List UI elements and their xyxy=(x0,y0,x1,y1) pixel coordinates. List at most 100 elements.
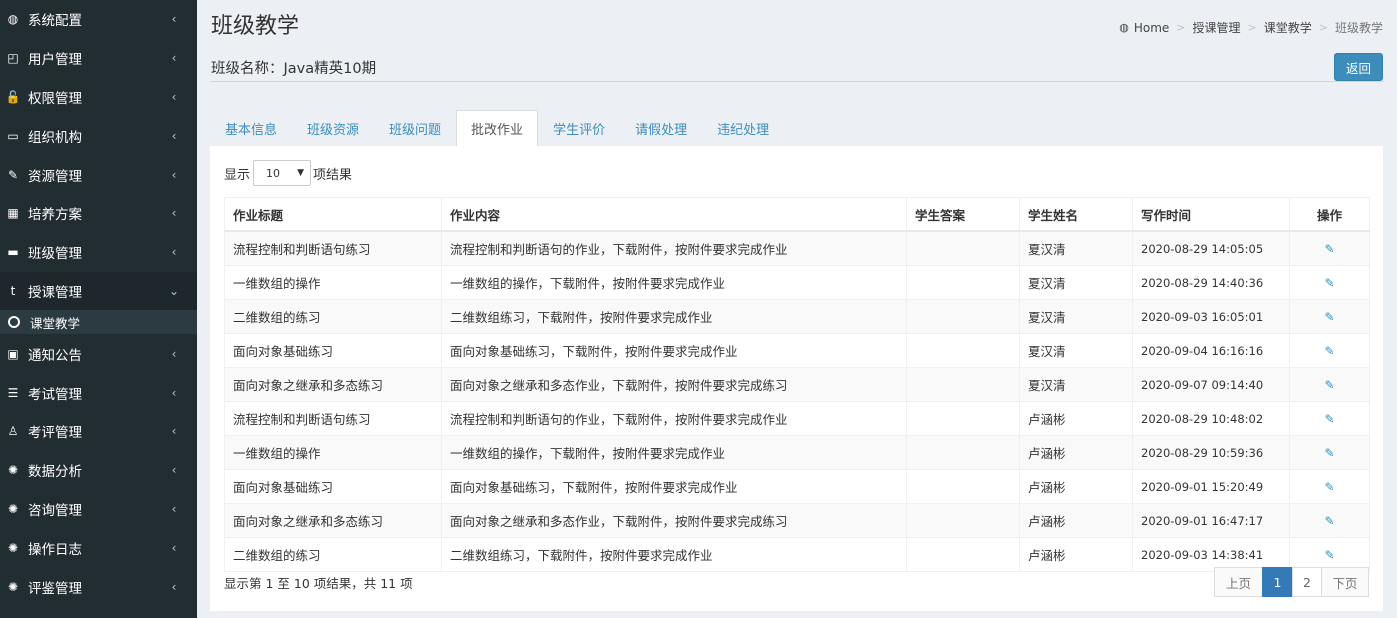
tab-0[interactable]: 基本信息 xyxy=(210,110,292,146)
breadcrumb-separator: > xyxy=(1247,21,1257,34)
table-cell: 夏汉清 xyxy=(1019,333,1133,368)
edit-icon[interactable]: ✎ xyxy=(1324,344,1334,358)
class-name-label: 班级名称： xyxy=(211,61,284,77)
sidebar-item-15[interactable]: ✺‹ xyxy=(0,606,197,618)
edit-icon[interactable]: ✎ xyxy=(1324,514,1334,528)
chevron-left-icon: ‹ xyxy=(171,128,177,143)
table-row: 一维数组的操作 一维数组的操作，下载附件，按附件要求完成作业 夏汉清 2020-08-… xyxy=(224,265,1370,300)
sidebar-subitem-label: 课堂教学 xyxy=(30,315,81,331)
sidebar-item-9[interactable]: ☰ 考试管理 ‹ xyxy=(0,373,197,412)
edit-icon[interactable]: ✎ xyxy=(1324,378,1334,392)
users-icon: ◰ xyxy=(7,51,19,66)
edit-icon[interactable]: ✎ xyxy=(1324,548,1334,562)
page-button-2[interactable]: 2 xyxy=(1292,567,1322,597)
tab-6[interactable]: 违纪处理 xyxy=(702,110,784,146)
table-row: 面向对象之继承和多态练习 面向对象之继承和多态作业，下载附件，按附件要求完成练习 夏… xyxy=(224,367,1370,402)
table-cell: 面向对象基础练习，下载附件，按附件要求完成作业 xyxy=(441,469,907,504)
tab-bar: 基本信息 班级资源 班级问题 批改作业 学生评价 请假处理 违纪处理 xyxy=(210,110,784,147)
column-header[interactable]: 写作时间 xyxy=(1132,197,1290,232)
sidebar-item-11[interactable]: ✺ 数据分析 ‹ xyxy=(0,451,197,490)
chevron-left-icon: ‹ xyxy=(171,167,177,182)
table-row: 面向对象之继承和多态练习 面向对象之继承和多态作业，下载附件，按附件要求完成练习 卢… xyxy=(224,503,1370,538)
prev-page-button[interactable]: 上页 xyxy=(1214,567,1263,597)
caret-down-icon: ▼ xyxy=(297,168,305,178)
table-cell: 卢涵彬 xyxy=(1019,469,1133,504)
laptop-icon: ▭ xyxy=(7,128,19,143)
breadcrumb-classroom[interactable]: 课堂教学 xyxy=(1264,19,1312,36)
sidebar-item-label: 系统配置 xyxy=(28,13,82,30)
tumblr-icon: t xyxy=(10,283,16,298)
chevron-left-icon: ‹ xyxy=(171,89,177,104)
tab-1[interactable]: 班级资源 xyxy=(292,110,374,146)
sidebar-item-1[interactable]: ◰ 用户管理 ‹ xyxy=(0,39,197,78)
edit-icon[interactable]: ✎ xyxy=(1324,412,1334,426)
page-button-1[interactable]: 1 xyxy=(1262,567,1293,597)
chevron-left-icon: ‹ xyxy=(171,385,177,400)
support-icon: ✺ xyxy=(7,540,19,555)
breadcrumb-home[interactable]: Home xyxy=(1134,21,1169,35)
sidebar-subitem-classroom[interactable]: 课堂教学 xyxy=(0,310,197,335)
sidebar-item-label: 考评管理 xyxy=(28,425,82,442)
sidebar: ◍ 系统配置 ‹ ◰ 用户管理 ‹ 🔓 权限管理 ‹ ▭ 组织机构 ‹ ✎ 资源管理 ‹ ▦ 培养方案 ‹ ▬ 班级管… xyxy=(0,0,197,618)
back-button[interactable]: 返回 xyxy=(1334,53,1383,81)
sidebar-item-6[interactable]: ▬ 班级管理 ‹ xyxy=(0,233,197,272)
column-header[interactable]: 学生答案 xyxy=(906,197,1020,232)
table-cell: 夏汉清 xyxy=(1019,230,1133,266)
column-header[interactable]: 学生姓名 xyxy=(1019,197,1133,232)
tab-4[interactable]: 学生评价 xyxy=(538,110,620,146)
chevron-left-icon: ‹ xyxy=(171,245,177,260)
edit-icon[interactable]: ✎ xyxy=(1324,446,1334,460)
table-cell: 二维数组的练习 xyxy=(224,299,442,334)
sidebar-item-7[interactable]: t 授课管理 ⌄ xyxy=(0,271,197,311)
sidebar-item-2[interactable]: 🔓 权限管理 ‹ xyxy=(0,78,197,117)
table-cell: 卢涵彬 xyxy=(1019,401,1133,436)
page-length-select[interactable]: 10 ▼ xyxy=(253,160,312,186)
table-cell: 二维数组练习，下载附件，按附件要求完成作业 xyxy=(441,537,907,572)
table-cell: ✎ xyxy=(1289,299,1370,334)
table-cell: 夏汉清 xyxy=(1019,265,1133,300)
chevron-left-icon: ‹ xyxy=(171,12,177,27)
table-cell: 面向对象之继承和多态练习 xyxy=(224,367,442,402)
table-row: 面向对象基础练习 面向对象基础练习，下载附件，按附件要求完成作业 夏汉清 2020-0… xyxy=(224,333,1370,368)
column-header[interactable]: 作业内容 xyxy=(441,197,907,232)
table-cell: 面向对象基础练习，下载附件，按附件要求完成作业 xyxy=(441,333,907,368)
sidebar-item-5[interactable]: ▦ 培养方案 ‹ xyxy=(0,194,197,233)
breadcrumb-teaching[interactable]: 授课管理 xyxy=(1193,19,1241,36)
column-header[interactable]: 作业标题 xyxy=(224,197,442,232)
edit-icon[interactable]: ✎ xyxy=(1324,310,1334,324)
edit-icon: ✎ xyxy=(7,167,19,182)
sidebar-item-12[interactable]: ✺ 咨询管理 ‹ xyxy=(0,490,197,529)
sidebar-item-label: 授课管理 xyxy=(28,284,82,301)
tab-3[interactable]: 批改作业 xyxy=(456,110,539,147)
sidebar-item-13[interactable]: ✺ 操作日志 ‹ xyxy=(0,528,197,567)
edit-icon[interactable]: ✎ xyxy=(1324,242,1334,256)
sidebar-item-14[interactable]: ✺ 评鉴管理 ‹ xyxy=(0,567,197,606)
page-length-value: 10 xyxy=(266,166,281,180)
sidebar-item-0[interactable]: ◍ 系统配置 ‹ xyxy=(0,0,197,39)
table-cell: ✎ xyxy=(1289,435,1370,470)
table-header-row: 作业标题 作业内容 学生答案 学生姓名 写作时间 操作 xyxy=(224,197,1370,232)
class-name-line: 班级名称：Java精英10期 xyxy=(211,57,376,78)
table-cell: 2020-08-29 14:05:05 xyxy=(1132,230,1290,266)
breadcrumb-current: 班级教学 xyxy=(1334,21,1383,35)
sidebar-item-4[interactable]: ✎ 资源管理 ‹ xyxy=(0,155,197,194)
support-icon: ✺ xyxy=(7,501,19,516)
edit-icon[interactable]: ✎ xyxy=(1324,276,1334,290)
sidebar-item-8[interactable]: ▣ 通知公告 ‹ xyxy=(0,334,197,373)
edit-icon[interactable]: ✎ xyxy=(1324,480,1334,494)
sidebar-item-10[interactable]: ♙ 考评管理 ‹ xyxy=(0,412,197,451)
sidebar-item-label: 权限管理 xyxy=(28,90,82,107)
class-name-value: Java精英10期 xyxy=(283,61,377,77)
table-cell xyxy=(906,503,1020,538)
tab-5[interactable]: 请假处理 xyxy=(620,110,702,146)
sidebar-item-label: 组织机构 xyxy=(28,129,82,146)
next-page-button[interactable]: 下页 xyxy=(1321,567,1369,597)
sidebar-item-3[interactable]: ▭ 组织机构 ‹ xyxy=(0,116,197,155)
table-row: 二维数组的练习 二维数组练习，下载附件，按附件要求完成作业 卢涵彬 2020-09-0… xyxy=(224,537,1370,572)
tab-2[interactable]: 班级问题 xyxy=(374,110,456,146)
divider xyxy=(210,81,1384,82)
chevron-left-icon: ‹ xyxy=(171,346,177,361)
sidebar-item-label: 培养方案 xyxy=(28,207,82,224)
table-cell xyxy=(906,435,1020,470)
sidebar-item-label: 用户管理 xyxy=(28,52,82,69)
